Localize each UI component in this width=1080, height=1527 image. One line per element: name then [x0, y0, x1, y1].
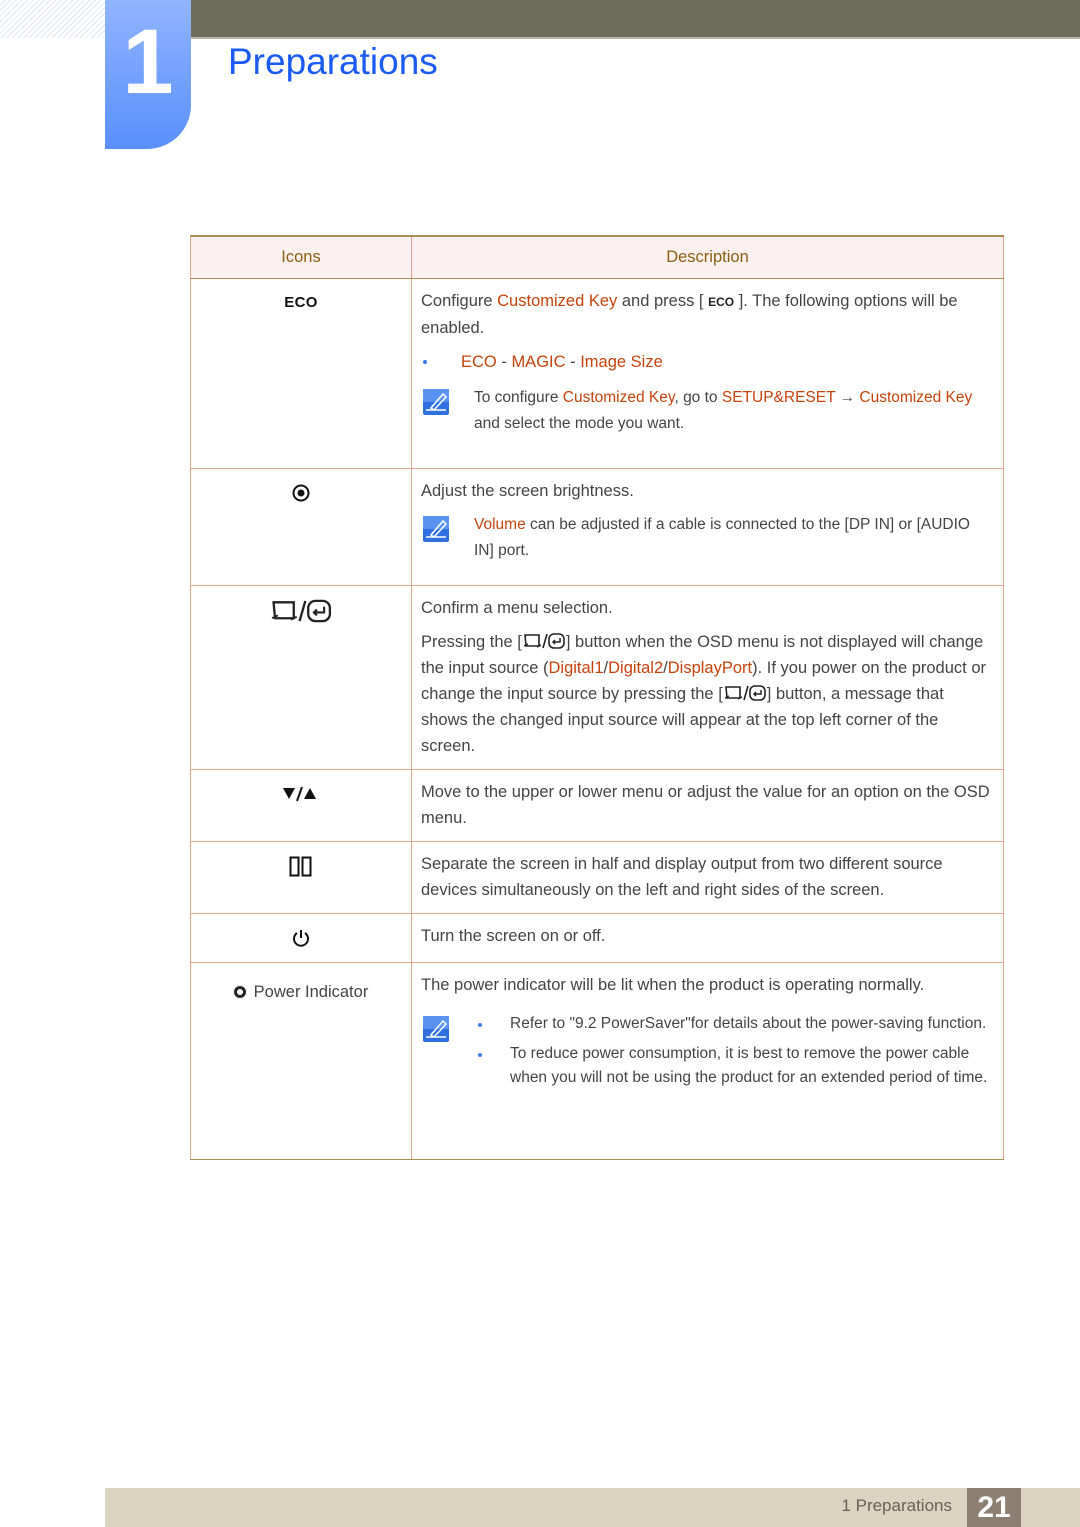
- separator: -: [496, 352, 512, 371]
- highlight-displayport: DisplayPort: [667, 658, 753, 677]
- table-row: Move to the upper or lower menu or adjus…: [190, 768, 1004, 842]
- chapter-tab: 1: [105, 0, 191, 149]
- column-header-icons: Icons: [190, 235, 412, 279]
- description-text: Move to the upper or lower menu or adjus…: [421, 782, 990, 827]
- note-text: Refer to "9.2 PowerSaver"for details abo…: [510, 1014, 987, 1032]
- table-row: Power Indicator The power indicator will…: [190, 961, 1004, 1160]
- arrow-text: →: [835, 388, 860, 406]
- text: Configure: [421, 291, 498, 310]
- highlight-digital1: Digital1: [548, 658, 604, 677]
- description-text: The power indicator will be lit when the…: [421, 975, 925, 994]
- description-cell: Turn the screen on or off.: [411, 912, 1004, 963]
- brightness-icon: [292, 484, 310, 501]
- table-row: ECO Configure Customized Key and press […: [190, 277, 1004, 469]
- highlight-customized-key: Customized Key: [497, 291, 618, 310]
- bullet-icon: [478, 1022, 482, 1027]
- icon-cell: [190, 768, 412, 842]
- power-indicator-icon: [233, 985, 246, 998]
- icon-cell: [190, 840, 412, 914]
- table-row: Confirm a menu selection. Pressing the […: [190, 584, 1004, 770]
- table-row: Separate the screen in half and display …: [190, 840, 1004, 914]
- footer-section-label: 1 Preparations: [841, 1496, 952, 1515]
- table-row: Adjust the screen brightness. Volume can…: [190, 467, 1004, 586]
- text: To configure: [474, 388, 563, 406]
- power-indicator-text: Power Indicator: [253, 982, 369, 1001]
- source-enter-icon: [269, 598, 333, 624]
- footer-bar: 1 Preparations 21: [105, 1488, 1080, 1527]
- note-list-item: Refer to "9.2 PowerSaver"for details abo…: [474, 1012, 993, 1036]
- power-indicator-label: Power Indicator: [233, 979, 369, 1005]
- description-detail: Pressing the [] button when the OSD menu…: [421, 629, 993, 759]
- icon-cell: [190, 467, 412, 586]
- page-number: 21: [967, 1488, 1021, 1527]
- note: To configure Customized Key, go to SETUP…: [421, 385, 993, 437]
- bullet-icon: [478, 1052, 482, 1057]
- icon-cell: Power Indicator: [190, 961, 412, 1160]
- icon-cell: [190, 584, 412, 770]
- note-text: To reduce power consumption, it is best …: [510, 1044, 988, 1086]
- description-text: Turn the screen on or off.: [421, 926, 606, 945]
- note-text: Volume can be adjusted if a cable is con…: [474, 512, 993, 564]
- source-enter-icon: [522, 632, 566, 650]
- text: and press [: [617, 291, 709, 310]
- eco-key-icon: ECO: [708, 294, 735, 309]
- highlight-volume: Volume: [474, 515, 526, 533]
- source-enter-icon: [723, 684, 767, 702]
- description-text: Confirm a menu selection.: [421, 598, 613, 617]
- down-up-arrows-icon: [283, 786, 316, 801]
- highlight-digital2: Digital2: [608, 658, 664, 677]
- chapter-number: 1: [122, 11, 174, 113]
- bullet-icon: [423, 359, 427, 364]
- description-cell: Configure Customized Key and press [ ECO…: [411, 277, 1004, 469]
- icon-cell: [190, 912, 412, 963]
- note-text: To configure Customized Key, go to SETUP…: [474, 385, 993, 437]
- table-row: Turn the screen on or off.: [190, 912, 1004, 963]
- icon-cell: ECO: [190, 277, 412, 469]
- page-title: Preparations: [228, 41, 438, 82]
- highlight-customized-key: Customized Key: [562, 388, 675, 406]
- description-text: Adjust the screen brightness.: [421, 481, 634, 500]
- description-cell: The power indicator will be lit when the…: [411, 961, 1004, 1160]
- description-cell: Move to the upper or lower menu or adjus…: [411, 768, 1004, 842]
- separator: -: [565, 352, 581, 371]
- note: Volume can be adjusted if a cable is con…: [421, 512, 993, 564]
- option-list-item: ECO - MAGIC - Image Size: [421, 349, 993, 375]
- description-text: Configure Customized Key and press [ ECO…: [421, 288, 993, 341]
- note: Refer to "9.2 PowerSaver"for details abo…: [421, 1012, 993, 1096]
- option-magic: MAGIC: [511, 352, 566, 371]
- note-pencil-icon: [423, 516, 449, 542]
- highlight-customized-key: Customized Key: [859, 388, 973, 406]
- text: can be adjusted if a cable is connected …: [474, 515, 970, 559]
- description-cell: Separate the screen in half and display …: [411, 840, 1004, 914]
- header-bar-line: [190, 37, 1080, 39]
- highlight-setup-reset: SETUP&RESET: [721, 388, 836, 406]
- text: and select the mode you want.: [474, 414, 685, 432]
- text: , go to: [674, 388, 722, 406]
- note-pencil-icon: [423, 1016, 449, 1042]
- note-list-item: To reduce power consumption, it is best …: [474, 1042, 993, 1090]
- table-header-row: Icons Description: [190, 235, 1004, 279]
- description-cell: Confirm a menu selection. Pressing the […: [411, 584, 1004, 770]
- option-image-size: Image Size: [580, 352, 663, 371]
- icons-table: Icons Description ECO Configure Customiz…: [190, 235, 1004, 1160]
- description-text: Separate the screen in half and display …: [421, 854, 943, 899]
- option-eco: ECO: [461, 352, 497, 371]
- column-header-description: Description: [411, 235, 1004, 279]
- description-cell: Adjust the screen brightness. Volume can…: [411, 467, 1004, 586]
- header-bar: [190, 0, 1080, 37]
- text: Pressing the [: [421, 632, 522, 651]
- corner-hatch-decoration: [0, 0, 105, 38]
- eco-icon: ECO: [284, 293, 318, 311]
- note-list: Refer to "9.2 PowerSaver"for details abo…: [474, 1012, 993, 1096]
- note-pencil-icon: [423, 389, 449, 415]
- power-icon: [293, 929, 309, 947]
- split-screen-icon: [289, 856, 312, 876]
